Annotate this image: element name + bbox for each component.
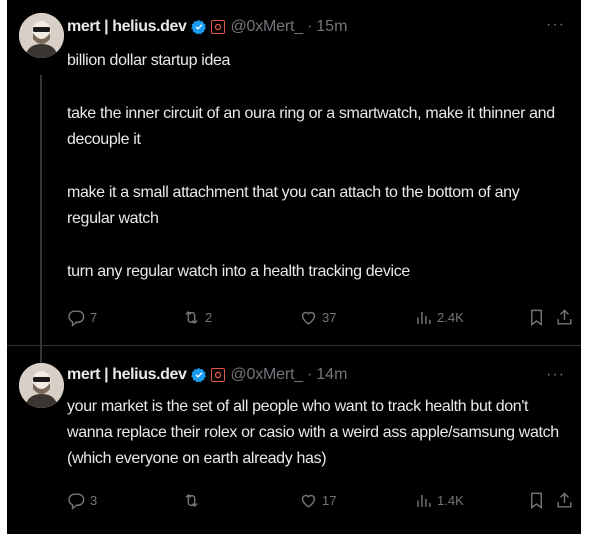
tweet-paragraph: take the inner circuit of an oura ring o… <box>67 105 555 148</box>
more-options-icon[interactable]: ··· <box>546 16 565 34</box>
share-icon <box>557 309 572 325</box>
like-button[interactable]: 17 <box>299 491 336 510</box>
share-button[interactable] <box>555 308 574 327</box>
bookmark-icon <box>531 309 542 327</box>
timeline: mert | helius.dev @0xMert_ · 15m ··· bil… <box>7 0 581 534</box>
reply-count: 7 <box>90 310 98 325</box>
separator-dot: · <box>306 18 313 35</box>
timestamp[interactable]: 14m <box>316 366 347 384</box>
tweet-header: mert | helius.dev @0xMert_ · 14m <box>67 365 347 385</box>
verified-badge-icon <box>190 20 206 35</box>
like-button[interactable]: 37 <box>299 308 336 327</box>
like-count: 37 <box>322 310 337 325</box>
tweet-paragraph: billion dollar startup idea <box>67 52 231 69</box>
separator-dot: · <box>306 366 313 383</box>
tweet-text: billion dollar startup idea take the inn… <box>67 48 567 285</box>
affiliate-badge-icon <box>210 20 225 34</box>
action-bar: 3 17 1.4K <box>67 491 572 513</box>
action-bar: 7 2 37 2.4K <box>67 308 572 330</box>
reply-button[interactable]: 3 <box>67 491 97 510</box>
reply-count: 3 <box>90 493 98 508</box>
more-options-icon[interactable]: ··· <box>546 366 565 384</box>
tweet-paragraph: turn any regular watch into a health tra… <box>67 263 410 280</box>
tweet-paragraph: make it a small attachment that you can … <box>67 184 520 227</box>
affiliate-badge-icon <box>210 368 225 382</box>
repost-count: 2 <box>205 310 213 325</box>
view-count: 2.4K <box>437 310 464 325</box>
reply-button[interactable]: 7 <box>67 308 97 327</box>
tweet-header: mert | helius.dev @0xMert_ · 15m <box>67 17 347 37</box>
author-handle[interactable]: @0xMert_ <box>231 366 304 384</box>
repost-button[interactable]: 2 <box>182 308 212 327</box>
repost-icon <box>185 493 198 508</box>
tweet-paragraph: your market is the set of all people who… <box>67 398 559 467</box>
view-count: 1.4K <box>437 493 464 508</box>
avatar[interactable] <box>19 363 64 408</box>
author-name[interactable]: mert | helius.dev <box>67 366 187 384</box>
views-chart-icon <box>417 494 431 507</box>
share-icon <box>557 492 572 508</box>
like-count: 17 <box>322 493 337 508</box>
views-button[interactable]: 1.4K <box>414 491 464 510</box>
bookmark-button[interactable] <box>527 308 546 327</box>
bookmark-icon <box>531 492 542 510</box>
repost-icon <box>185 310 198 325</box>
bookmark-button[interactable] <box>527 491 546 510</box>
tweet[interactable]: mert | helius.dev @0xMert_ · 14m ··· you… <box>7 346 581 534</box>
verified-badge-icon <box>190 368 206 383</box>
heart-icon <box>301 494 316 508</box>
author-handle[interactable]: @0xMert_ <box>231 18 304 36</box>
views-button[interactable]: 2.4K <box>414 308 464 327</box>
tweet-text: your market is the set of all people who… <box>67 394 567 472</box>
heart-icon <box>301 311 316 325</box>
tweet[interactable]: mert | helius.dev @0xMert_ · 15m ··· bil… <box>7 0 581 345</box>
repost-button[interactable] <box>182 491 205 510</box>
author-name[interactable]: mert | helius.dev <box>67 18 187 36</box>
avatar[interactable] <box>19 13 64 58</box>
share-button[interactable] <box>555 491 574 510</box>
timestamp[interactable]: 15m <box>316 18 347 36</box>
reply-icon <box>68 493 85 510</box>
views-chart-icon <box>417 311 431 324</box>
reply-icon <box>68 310 85 327</box>
